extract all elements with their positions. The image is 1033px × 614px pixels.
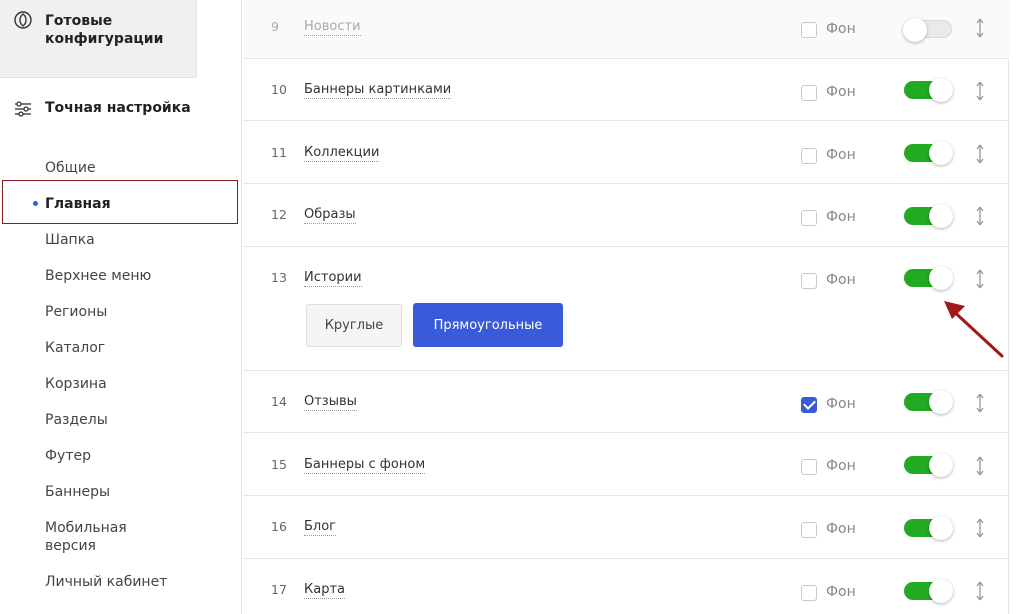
toggle-knob <box>929 579 953 603</box>
sidebar-item-account[interactable]: Личный кабинет <box>45 573 225 591</box>
enable-toggle[interactable] <box>904 141 953 165</box>
list-item: 11 Коллекции Фон <box>243 121 1009 184</box>
drag-handle-icon[interactable] <box>974 144 986 164</box>
configs-icon <box>14 11 32 29</box>
row-title[interactable]: Карта <box>304 582 345 599</box>
background-checkbox[interactable] <box>801 273 817 289</box>
sidebar-item-top-menu[interactable]: Верхнее меню <box>45 267 225 285</box>
drag-handle-icon[interactable] <box>974 18 986 38</box>
row-number: 9 <box>271 19 279 34</box>
sidebar-item-footer[interactable]: Футер <box>45 447 225 465</box>
toggle-knob <box>929 78 953 102</box>
blocks-list: 9 Новости Фон 10 Баннеры картинками Фон … <box>243 0 1009 614</box>
toggle-knob <box>929 204 953 228</box>
enable-toggle[interactable] <box>903 18 952 42</box>
drag-handle-icon[interactable] <box>974 393 986 413</box>
background-label: Фон <box>826 458 856 474</box>
row-title[interactable]: Коллекции <box>304 145 380 162</box>
background-checkbox[interactable] <box>801 85 817 101</box>
enable-toggle[interactable] <box>904 204 953 228</box>
enable-toggle[interactable] <box>904 453 953 477</box>
background-label: Фон <box>826 272 856 288</box>
toggle-knob <box>929 390 953 414</box>
background-checkbox[interactable] <box>801 22 817 38</box>
row-number: 11 <box>271 145 287 160</box>
sidebar: Готовые конфигурации Точная настройка Об… <box>0 0 242 614</box>
enable-toggle[interactable] <box>904 266 953 290</box>
row-number: 15 <box>271 457 287 472</box>
row-number: 16 <box>271 519 287 534</box>
enable-toggle[interactable] <box>904 78 953 102</box>
row-number: 13 <box>271 270 287 285</box>
background-label: Фон <box>826 21 856 37</box>
enable-toggle[interactable] <box>904 390 953 414</box>
sidebar-item-sections[interactable]: Разделы <box>45 411 225 429</box>
row-title[interactable]: Образы <box>304 207 356 224</box>
drag-handle-icon[interactable] <box>974 269 986 289</box>
toggle-knob <box>929 266 953 290</box>
row-title[interactable]: Отзывы <box>304 394 357 411</box>
background-checkbox[interactable] <box>801 585 817 601</box>
background-label: Фон <box>826 209 856 225</box>
sidebar-item-catalog[interactable]: Каталог <box>45 339 225 357</box>
background-label: Фон <box>826 84 856 100</box>
row-title[interactable]: Блог <box>304 519 337 536</box>
sidebar-item-header[interactable]: Шапка <box>45 231 225 249</box>
rectangular-stories-button[interactable]: Прямоугольные <box>413 303 563 347</box>
background-checkbox[interactable] <box>801 522 817 538</box>
row-number: 14 <box>271 394 287 409</box>
sidebar-item-general[interactable]: Общие <box>45 159 225 177</box>
row-number: 10 <box>271 82 287 97</box>
sidebar-item-main[interactable]: Главная <box>45 195 225 213</box>
list-item: 16 Блог Фон <box>243 496 1009 559</box>
row-title[interactable]: Новости <box>304 19 361 36</box>
sidebar-item-cart[interactable]: Корзина <box>45 375 225 393</box>
row-number: 12 <box>271 207 287 222</box>
background-label: Фон <box>826 147 856 163</box>
list-item: 17 Карта Фон <box>243 559 1009 614</box>
active-dot-icon <box>33 201 38 206</box>
row-number: 17 <box>271 582 287 597</box>
list-item: 9 Новости Фон <box>243 0 1009 59</box>
list-item: 10 Баннеры картинками Фон <box>243 59 1009 121</box>
ready-configs-title: Готовые конфигурации <box>45 13 164 47</box>
list-item: 15 Баннеры с фоном Фон <box>243 433 1009 496</box>
background-checkbox[interactable] <box>801 459 817 475</box>
drag-handle-icon[interactable] <box>974 206 986 226</box>
background-checkbox[interactable] <box>801 210 817 226</box>
annotation-arrow-icon <box>944 301 1004 358</box>
fine-tuning-title: Точная настройка <box>45 100 191 116</box>
row-title[interactable]: Баннеры картинками <box>304 82 452 99</box>
list-item: 12 Образы Фон <box>243 184 1009 247</box>
background-checkbox[interactable] <box>801 397 817 413</box>
enable-toggle[interactable] <box>904 516 953 540</box>
list-item: 14 Отзывы Фон <box>243 371 1009 433</box>
row-title[interactable]: Истории <box>304 270 362 287</box>
row-title[interactable]: Баннеры с фоном <box>304 457 426 474</box>
background-label: Фон <box>826 521 856 537</box>
drag-handle-icon[interactable] <box>974 581 986 601</box>
toggle-knob <box>929 516 953 540</box>
drag-handle-icon[interactable] <box>974 456 986 476</box>
drag-handle-icon[interactable] <box>974 518 986 538</box>
toggle-knob <box>903 18 927 42</box>
round-stories-button[interactable]: Круглые <box>306 304 402 347</box>
drag-handle-icon[interactable] <box>974 81 986 101</box>
toggle-knob <box>929 141 953 165</box>
sliders-icon <box>15 101 31 117</box>
toggle-knob <box>929 453 953 477</box>
sidebar-item-mobile[interactable]: Мобильная версия <box>45 519 155 555</box>
background-label: Фон <box>826 584 856 600</box>
enable-toggle[interactable] <box>904 579 953 603</box>
background-checkbox[interactable] <box>801 148 817 164</box>
ready-configs-section[interactable]: Готовые конфигурации <box>0 0 197 78</box>
background-label: Фон <box>826 396 856 412</box>
sidebar-item-regions[interactable]: Регионы <box>45 303 225 321</box>
sidebar-item-banners[interactable]: Баннеры <box>45 483 225 501</box>
